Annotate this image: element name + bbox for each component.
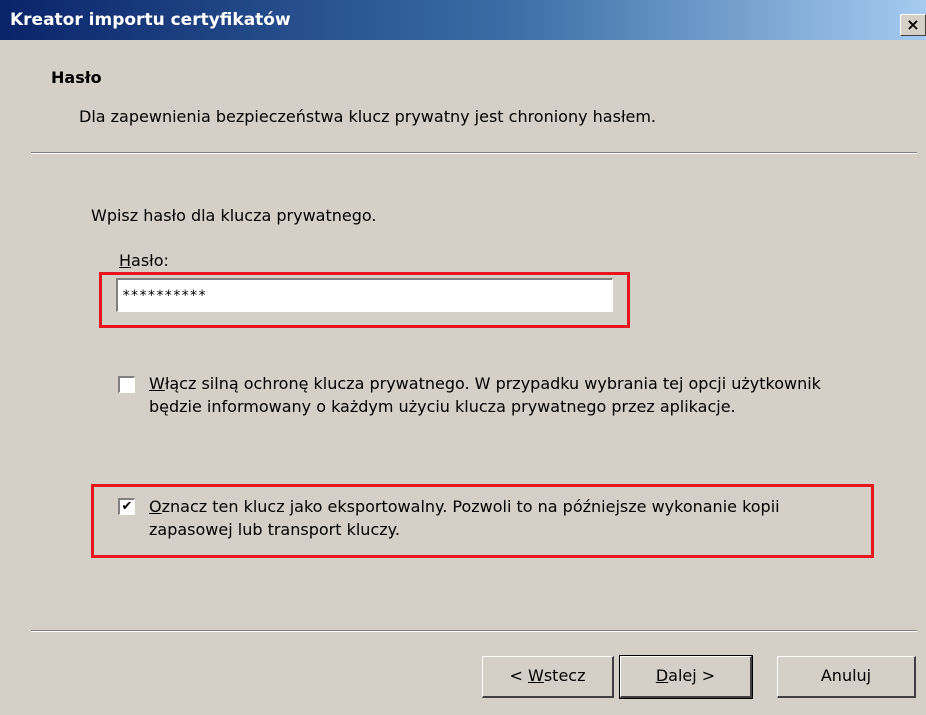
strong-protection-label[interactable]: Włącz silną ochronę klucza prywatnego. W… (149, 372, 849, 418)
strong-protection-mnemonic: W (149, 374, 165, 393)
next-button-label: alej > (668, 666, 716, 685)
title-bar: Kreator importu certyfikatów (0, 0, 926, 40)
exportable-checkbox[interactable]: ✔ (118, 498, 135, 515)
page-title: Hasło (51, 68, 102, 87)
back-button-mnemonic: W (528, 666, 544, 685)
back-button-prefix: < (509, 666, 528, 685)
password-label-text: asło: (131, 251, 169, 270)
strong-protection-checkbox[interactable] (118, 376, 135, 393)
header-panel (0, 40, 926, 152)
password-input[interactable] (116, 278, 613, 312)
close-button[interactable]: × (900, 14, 926, 36)
back-button[interactable]: < Wstecz (482, 656, 614, 698)
password-prompt: Wpisz hasło dla klucza prywatnego. (91, 206, 377, 225)
window-title: Kreator importu certyfikatów (10, 10, 291, 30)
exportable-text: znacz ten klucz jako eksportowalny. Pozw… (149, 497, 780, 539)
next-button-mnemonic: D (655, 666, 669, 685)
strong-protection-text: łącz silną ochronę klucza prywatnego. W … (149, 374, 821, 416)
close-icon: × (906, 15, 920, 34)
back-button-label: stecz (543, 666, 586, 685)
header-separator (31, 152, 917, 154)
exportable-mnemonic: O (149, 497, 162, 516)
checkmark-icon: ✔ (121, 499, 133, 514)
cancel-button[interactable]: Anuluj (777, 656, 916, 698)
page-subtitle: Dla zapewnienia bezpieczeństwa klucz pry… (79, 107, 657, 126)
exportable-label[interactable]: Oznacz ten klucz jako eksportowalny. Poz… (149, 495, 864, 541)
footer-separator (31, 630, 917, 632)
next-button[interactable]: Dalej > (619, 655, 753, 699)
password-label-mnemonic: H (119, 251, 132, 270)
password-label: Hasło: (119, 251, 169, 270)
